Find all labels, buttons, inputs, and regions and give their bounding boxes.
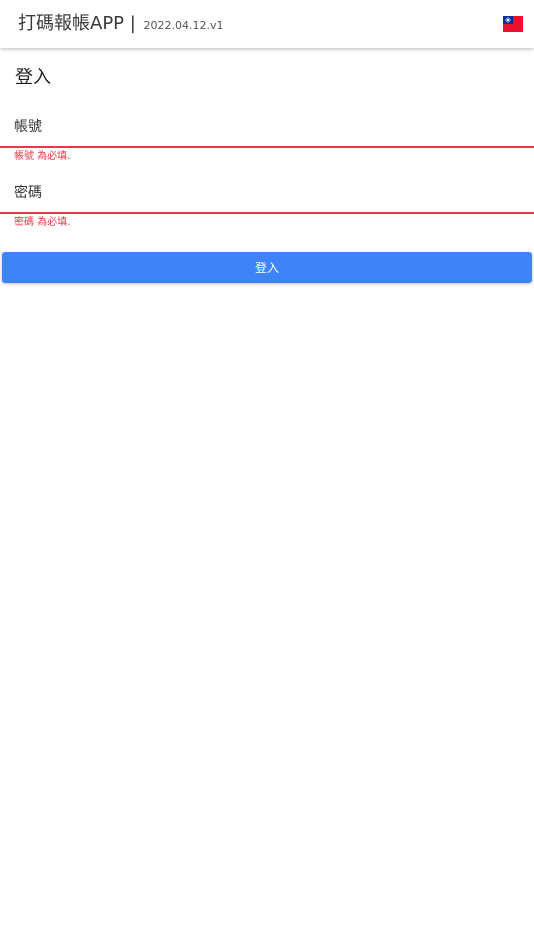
password-field: 密碼 為必填. (0, 174, 534, 228)
app-root: 打碼報帳APP | 2022.04.12.v1 登入 帳號 為必填. 密碼 為必… (0, 0, 534, 950)
app-header: 打碼報帳APP | 2022.04.12.v1 (0, 0, 534, 48)
app-title: 打碼報帳APP | 2022.04.12.v1 (18, 13, 224, 37)
login-button[interactable]: 登入 (2, 252, 532, 283)
app-version: 2022.04.12.v1 (143, 19, 224, 32)
account-field: 帳號 為必填. (0, 108, 534, 162)
account-error-message: 帳號 為必填. (14, 151, 71, 162)
taiwan-flag-icon[interactable] (503, 16, 523, 32)
app-name: 打碼報帳APP | (18, 13, 136, 34)
account-input[interactable] (0, 108, 534, 148)
password-error-message: 密碼 為必填. (14, 217, 71, 228)
password-input[interactable] (0, 174, 534, 214)
page-title: 登入 (15, 67, 51, 88)
